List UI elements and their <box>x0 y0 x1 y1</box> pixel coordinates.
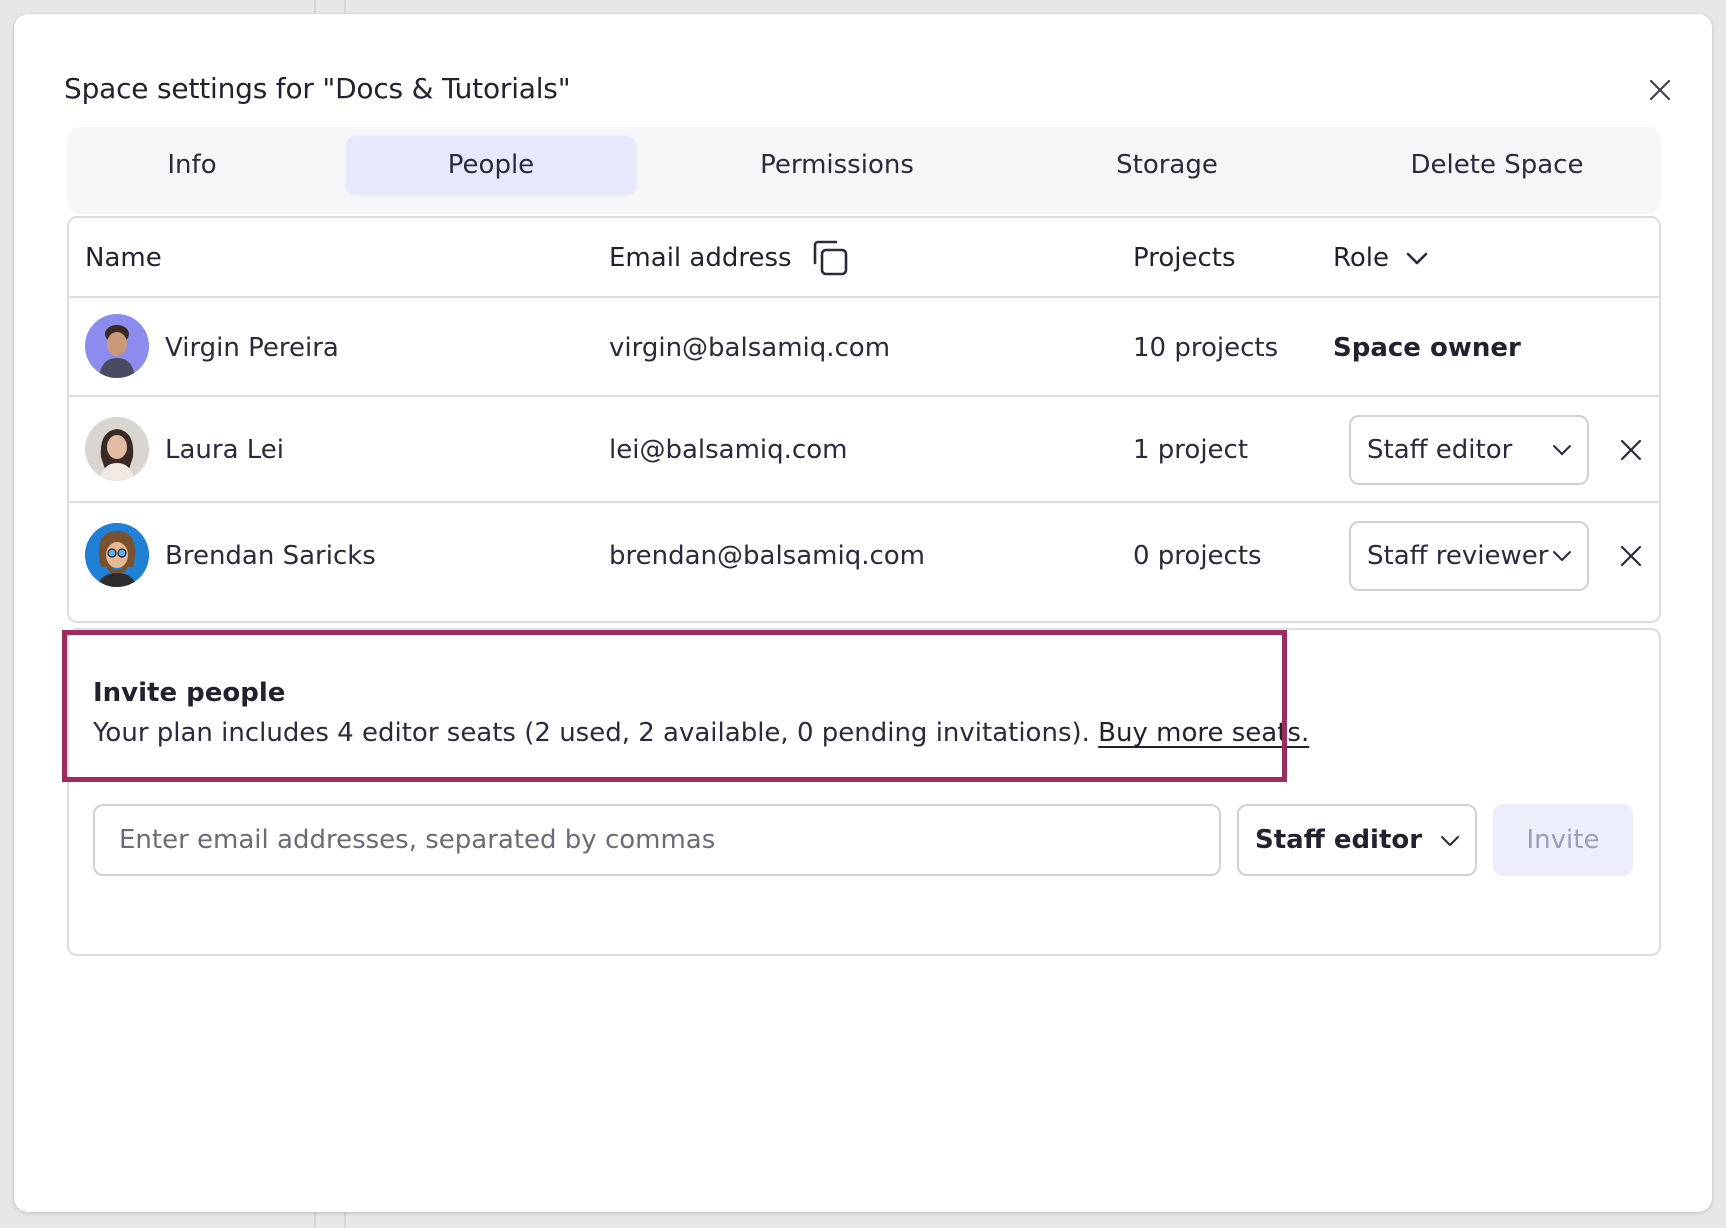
avatar-image <box>85 417 149 481</box>
chevron-down-icon <box>1553 445 1571 455</box>
seat-summary: Your plan includes 4 editor seats (2 use… <box>93 718 1090 748</box>
member-projects: 10 projects <box>1133 332 1279 363</box>
role-select[interactable]: Staff editor <box>1349 415 1589 485</box>
member-role: Space owner <box>1333 332 1521 363</box>
role-select-value: Staff reviewer <box>1367 541 1549 571</box>
tab-storage[interactable]: Storage <box>1027 136 1307 194</box>
invite-role-select[interactable]: Staff editor <box>1237 804 1477 876</box>
invite-button[interactable]: Invite <box>1493 804 1633 876</box>
invite-role-value: Staff editor <box>1255 825 1423 855</box>
table-row: Laura Lei lei@balsamiq.com 1 project Sta… <box>69 397 1659 503</box>
space-settings-dialog: Space settings for "Docs & Tutorials" In… <box>14 14 1712 1212</box>
invite-description: Your plan includes 4 editor seats (2 use… <box>93 718 1309 748</box>
avatar-image <box>85 523 149 587</box>
remove-member-button[interactable] <box>1609 428 1653 472</box>
chevron-down-icon <box>1441 836 1459 846</box>
invite-email-input[interactable] <box>93 804 1221 876</box>
member-email: lei@balsamiq.com <box>609 435 848 465</box>
copy-icon <box>813 240 848 276</box>
people-table: Name Email address Projects Role Virgin … <box>67 216 1661 623</box>
invite-people-panel: Invite people Your plan includes 4 edito… <box>67 628 1661 956</box>
member-projects: 1 project <box>1133 435 1249 465</box>
role-select-value: Staff editor <box>1367 435 1513 465</box>
member-projects: 0 projects <box>1133 541 1262 571</box>
remove-member-button[interactable] <box>1609 534 1653 578</box>
avatar <box>85 314 149 378</box>
role-select[interactable]: Staff reviewer <box>1349 521 1589 591</box>
avatar <box>85 417 149 481</box>
table-row: Virgin Pereira virgin@balsamiq.com 10 pr… <box>69 298 1659 397</box>
close-icon <box>1620 439 1642 461</box>
header-name: Name <box>85 243 162 273</box>
dialog-title: Space settings for "Docs & Tutorials" <box>64 72 571 105</box>
table-row: Brendan Saricks brendan@balsamiq.com 0 p… <box>69 503 1659 609</box>
copy-emails-button[interactable] <box>811 218 849 298</box>
invite-title: Invite people <box>93 678 286 708</box>
member-name: Laura Lei <box>165 435 285 465</box>
close-icon <box>1649 79 1671 101</box>
close-icon <box>1620 545 1642 567</box>
role-sort-button[interactable]: Role <box>1333 218 1429 298</box>
member-name: Virgin Pereira <box>165 332 339 363</box>
member-name: Brendan Saricks <box>165 541 376 571</box>
avatar <box>85 523 149 587</box>
tab-info[interactable]: Info <box>77 136 307 194</box>
member-email: virgin@balsamiq.com <box>609 332 891 363</box>
chevron-down-icon <box>1406 252 1428 265</box>
tab-bar: Info People Permissions Storage Delete S… <box>67 127 1661 214</box>
close-button[interactable] <box>1634 64 1686 116</box>
tab-permissions[interactable]: Permissions <box>697 136 977 194</box>
buy-more-seats-link[interactable]: Buy more seats. <box>1098 718 1309 748</box>
header-email: Email address <box>609 243 792 273</box>
header-role: Role <box>1333 243 1390 273</box>
chevron-down-icon <box>1553 551 1571 561</box>
table-header: Name Email address Projects Role <box>69 218 1659 298</box>
header-projects: Projects <box>1133 243 1236 273</box>
avatar-image <box>85 314 149 378</box>
tab-delete-space[interactable]: Delete Space <box>1357 136 1637 194</box>
member-email: brendan@balsamiq.com <box>609 541 925 571</box>
tab-people[interactable]: People <box>346 136 636 194</box>
